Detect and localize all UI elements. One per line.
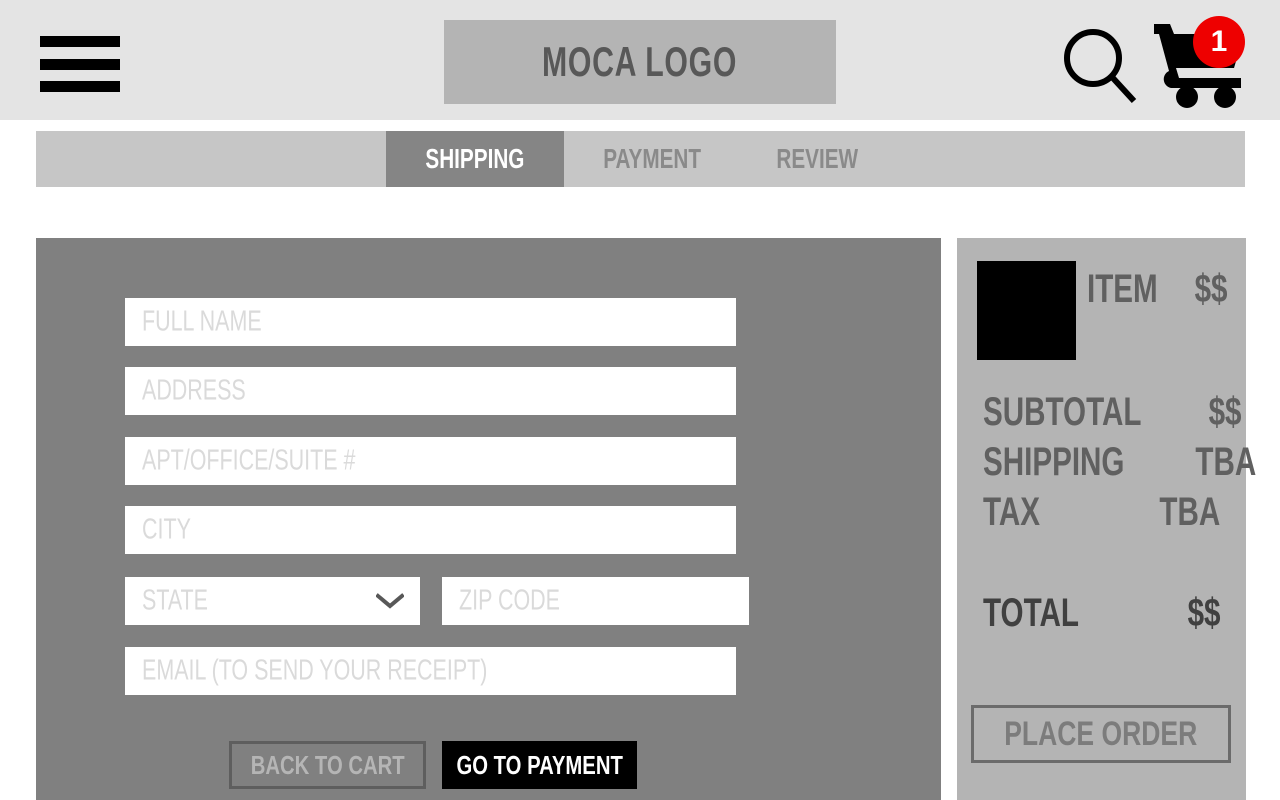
- city-placeholder: CITY: [142, 513, 191, 546]
- site-logo[interactable]: MOCA LOGO: [444, 20, 836, 104]
- go-to-payment-label: GO TO PAYMENT: [456, 749, 623, 780]
- total-value: $$: [1187, 591, 1220, 635]
- full-name-placeholder: FULL NAME: [142, 305, 262, 338]
- back-to-cart-label: BACK TO CART: [250, 749, 405, 780]
- search-glyph: [1064, 29, 1137, 104]
- total-label: TOTAL: [983, 591, 1079, 635]
- site-header: MOCA LOGO 1: [0, 0, 1280, 120]
- logo-text: MOCA LOGO: [542, 38, 738, 85]
- tax-value: TBA: [1159, 490, 1220, 534]
- shipping-label: SHIPPING: [983, 440, 1125, 484]
- subtotal-label: SUBTOTAL: [983, 390, 1142, 434]
- tab-payment-label: PAYMENT: [603, 143, 702, 174]
- chevron-down-icon: [376, 593, 404, 609]
- summary-row-tax: TAX TBA: [983, 490, 1220, 535]
- shipping-value: TBA: [1195, 440, 1257, 484]
- shipping-form-panel: FULL NAME ADDRESS APT/OFFICE/SUITE # CIT…: [36, 238, 941, 800]
- order-item-price: $$: [1194, 266, 1228, 311]
- state-select[interactable]: STATE: [125, 577, 420, 625]
- order-item-label: ITEM: [1087, 266, 1158, 311]
- item-thumbnail: [977, 261, 1076, 360]
- tab-shipping[interactable]: SHIPPING: [386, 131, 565, 187]
- tab-review-label: REVIEW: [776, 143, 859, 174]
- apt-office-suite-input[interactable]: APT/OFFICE/SUITE #: [125, 437, 736, 485]
- place-order-button[interactable]: PLACE ORDER: [971, 705, 1231, 763]
- checkout-steps-bar: SHIPPING PAYMENT REVIEW: [36, 131, 1245, 187]
- hamburger-bar-1: [40, 36, 120, 47]
- tab-review[interactable]: REVIEW: [740, 131, 894, 187]
- hamburger-bar-3: [40, 81, 120, 92]
- order-item-row: ITEM $$: [1087, 261, 1228, 317]
- back-to-cart-button[interactable]: BACK TO CART: [229, 741, 426, 789]
- email-placeholder: EMAIL (TO SEND YOUR RECEIPT): [142, 654, 488, 687]
- address-placeholder: ADDRESS: [142, 374, 246, 407]
- summary-row-total: TOTAL $$: [983, 591, 1220, 636]
- state-placeholder: STATE: [142, 584, 208, 617]
- city-input[interactable]: CITY: [125, 506, 736, 554]
- tab-shipping-label: SHIPPING: [425, 143, 525, 174]
- zip-code-input[interactable]: ZIP CODE: [442, 577, 749, 625]
- summary-row-shipping: SHIPPING TBA: [983, 440, 1256, 485]
- full-name-input[interactable]: FULL NAME: [125, 298, 736, 346]
- order-summary-panel: ITEM $$ SUBTOTAL $$ SHIPPING TBA TAX TBA…: [957, 238, 1256, 800]
- place-order-label: PLACE ORDER: [1004, 714, 1198, 753]
- go-to-payment-button[interactable]: GO TO PAYMENT: [442, 741, 637, 789]
- search-icon[interactable]: [1060, 25, 1142, 107]
- shopping-cart-icon[interactable]: [1152, 18, 1252, 110]
- subtotal-value: $$: [1208, 390, 1242, 434]
- tax-label: TAX: [983, 490, 1041, 534]
- hamburger-menu-icon[interactable]: [40, 36, 120, 92]
- email-input[interactable]: EMAIL (TO SEND YOUR RECEIPT): [125, 647, 736, 695]
- hamburger-bar-2: [40, 58, 120, 70]
- tab-payment[interactable]: PAYMENT: [564, 131, 740, 187]
- cart-glyph: [1154, 24, 1244, 108]
- summary-row-subtotal: SUBTOTAL $$: [983, 390, 1242, 435]
- apt-office-suite-placeholder: APT/OFFICE/SUITE #: [142, 444, 356, 477]
- zip-code-placeholder: ZIP CODE: [459, 584, 560, 617]
- address-input[interactable]: ADDRESS: [125, 367, 736, 415]
